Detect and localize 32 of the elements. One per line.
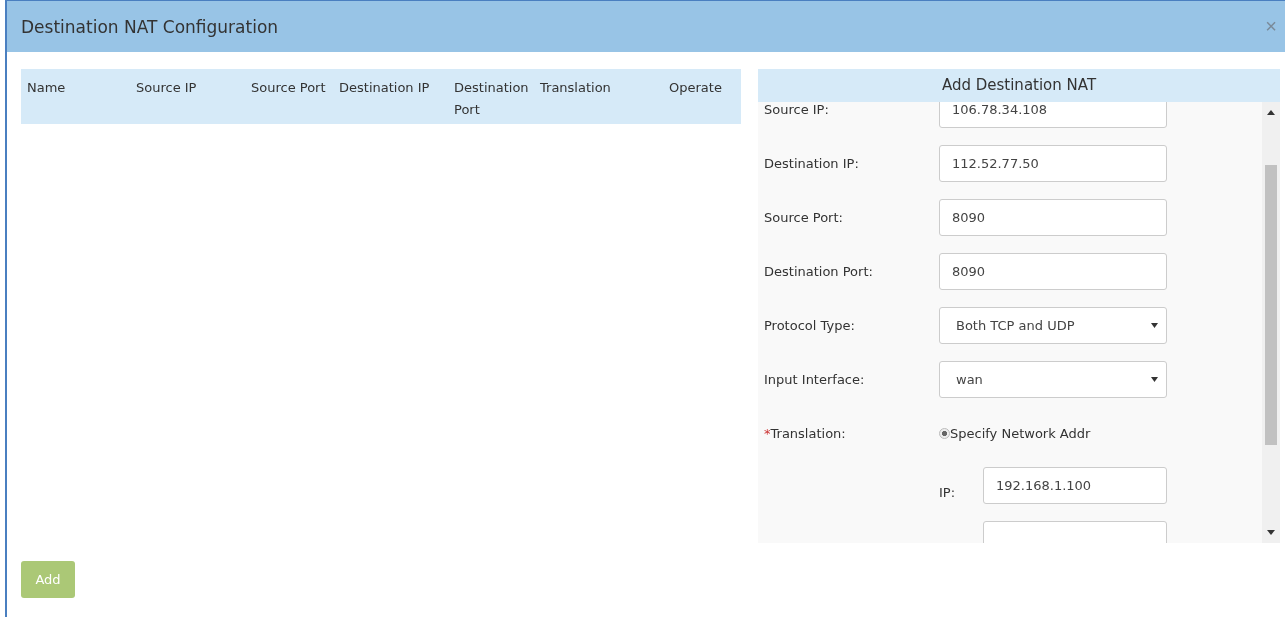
input-field[interactable]: 8090 xyxy=(939,198,1167,236)
column-header: Operate xyxy=(669,79,722,97)
scroll-up-icon[interactable] xyxy=(1267,110,1275,115)
column-header: Source IP xyxy=(136,79,198,97)
column-header: Source Port xyxy=(251,79,327,97)
radio-option[interactable]: Specify Network Addr xyxy=(939,426,1091,441)
scrollbar[interactable] xyxy=(1262,102,1280,543)
input-field[interactable]: 8090 xyxy=(939,252,1167,290)
column-header: Destination IP xyxy=(339,79,431,97)
required-mark: * xyxy=(764,426,771,441)
radio-button[interactable] xyxy=(939,428,950,439)
field-label: Destination Port: xyxy=(764,263,874,279)
input-field[interactable]: 192.168.1.100 xyxy=(983,466,1167,504)
panel-title: Add Destination NAT xyxy=(758,69,1280,102)
select-field[interactable]: Both TCP and UDP xyxy=(939,306,1167,344)
field-label: IP: xyxy=(939,483,957,500)
caret-icon xyxy=(1151,322,1158,328)
window-title: Destination NAT Configuration xyxy=(21,16,279,37)
input-field[interactable]: 106.78.34.108 xyxy=(939,102,1167,128)
scroll-down-icon[interactable] xyxy=(1267,530,1275,535)
column-header: Translation xyxy=(540,79,612,97)
select-field[interactable]: wan xyxy=(939,360,1167,398)
caret-icon xyxy=(1151,376,1158,382)
field-label: Protocol Type: xyxy=(764,317,856,333)
field-label: Translation: xyxy=(770,426,846,441)
field-label: Input Interface: xyxy=(764,371,866,387)
field-label: Source IP: xyxy=(764,102,830,117)
field-label: Source Port: xyxy=(764,209,844,225)
input-field[interactable]: 112.52.77.50 xyxy=(939,144,1167,182)
column-header: Destination Port xyxy=(454,79,530,119)
field-label: Destination IP: xyxy=(764,155,860,171)
column-header: Name xyxy=(27,79,67,97)
